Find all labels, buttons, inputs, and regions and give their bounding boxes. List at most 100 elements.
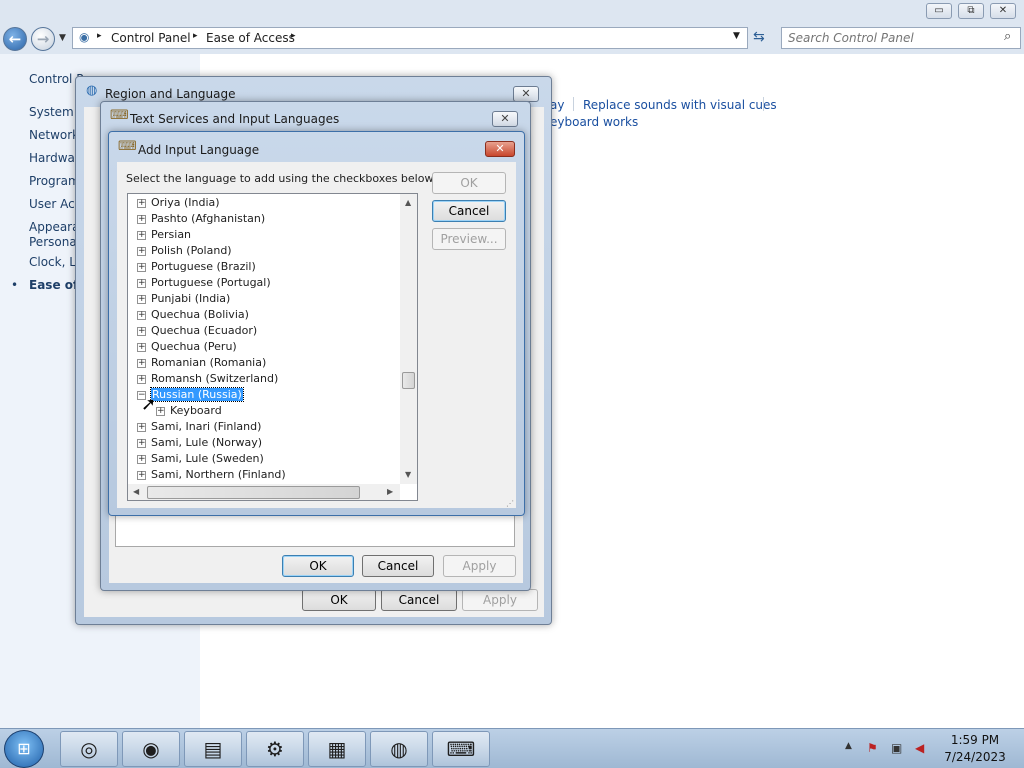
tree-item-label[interactable]: Punjabi (India)	[151, 292, 230, 305]
tree-item-label[interactable]: Quechua (Bolivia)	[151, 308, 249, 321]
expand-plus-icon[interactable]: +	[137, 310, 146, 320]
apply-button[interactable]: Apply	[462, 589, 538, 611]
close-window-button[interactable]: ✕	[990, 3, 1016, 19]
tree-item[interactable]: + Sami, Inari (Finland)	[137, 419, 261, 435]
close-button[interactable]: ✕	[485, 141, 515, 157]
expand-plus-icon[interactable]: +	[137, 262, 146, 272]
breadcrumb-separator-icon[interactable]: ▸	[291, 31, 296, 41]
scroll-up-arrow-icon[interactable]: ▲	[405, 198, 411, 207]
sidebar-item-programs[interactable]: Program	[29, 174, 80, 188]
cancel-button[interactable]: Cancel	[432, 200, 506, 222]
tree-item-label[interactable]: Keyboard	[170, 404, 222, 417]
ok-button[interactable]: OK	[282, 555, 354, 577]
search-input[interactable]	[788, 29, 998, 47]
tree-item[interactable]: + Quechua (Peru)	[137, 339, 237, 355]
tree-item-label[interactable]: Portuguese (Portugal)	[151, 276, 271, 289]
region-globe-icon[interactable]: ◍	[370, 731, 428, 767]
tree-item[interactable]: + Persian	[137, 227, 191, 243]
refresh-icon[interactable]: ⇆	[753, 29, 765, 45]
expand-plus-icon[interactable]: +	[137, 438, 146, 448]
firefox-icon[interactable]: ◉	[122, 731, 180, 767]
horizontal-scrollbar[interactable]: ◀ ▶	[128, 484, 400, 500]
taskbar-clock[interactable]: 1:59 PM 7/24/2023	[940, 733, 1010, 764]
tree-item[interactable]: + Sami, Lule (Sweden)	[137, 451, 264, 467]
sidebar-item-personalization[interactable]: Personal	[29, 235, 80, 249]
tree-item-label[interactable]: Quechua (Ecuador)	[151, 324, 257, 337]
expand-plus-icon[interactable]: +	[137, 214, 146, 224]
tree-item-label[interactable]: Quechua (Peru)	[151, 340, 237, 353]
volume-muted-icon[interactable]: ◀	[915, 741, 924, 755]
replace-sounds-link[interactable]: Replace sounds with visual cues	[583, 98, 777, 112]
search-icon[interactable]: ⌕	[1004, 29, 1011, 44]
close-button[interactable]: ✕	[492, 111, 518, 127]
tree-item-label[interactable]: Polish (Poland)	[151, 244, 232, 257]
minimize-button[interactable]: ▭	[926, 3, 952, 19]
tree-item-label[interactable]: Sami, Lule (Norway)	[151, 436, 262, 449]
tree-item-label[interactable]: Sami, Northern (Finland)	[151, 468, 286, 481]
expand-plus-icon[interactable]: +	[137, 358, 146, 368]
back-button[interactable]: ←	[3, 27, 27, 51]
breadcrumb-ease-of-access[interactable]: Ease of Access	[206, 31, 295, 45]
tree-item-label[interactable]: Portuguese (Brazil)	[151, 260, 256, 273]
tree-item[interactable]: + Polish (Poland)	[137, 243, 232, 259]
breadcrumb-separator-icon[interactable]: ▸	[97, 31, 102, 41]
expand-plus-icon[interactable]: +	[137, 326, 146, 336]
expand-plus-icon[interactable]: +	[137, 342, 146, 352]
sidebar-item-network[interactable]: Network	[29, 128, 79, 142]
expand-plus-icon[interactable]: +	[137, 294, 146, 304]
scroll-right-arrow-icon[interactable]: ▶	[387, 487, 393, 496]
maximize-button[interactable]: ⧉	[958, 3, 984, 19]
start-button[interactable]: ⊞	[4, 730, 44, 768]
keyboard-language-icon[interactable]: ⌨	[432, 731, 490, 767]
tree-item-label[interactable]: Sami, Inari (Finland)	[151, 420, 261, 433]
cancel-button[interactable]: Cancel	[381, 589, 457, 611]
tree-item[interactable]: + Romanian (Romania)	[137, 355, 266, 371]
tree-item[interactable]: + Sami, Northern (Finland)	[137, 467, 286, 483]
tree-item[interactable]: + Quechua (Bolivia)	[137, 307, 249, 323]
scroll-down-arrow-icon[interactable]: ▼	[405, 470, 411, 479]
cancel-button[interactable]: Cancel	[362, 555, 434, 577]
breadcrumb-control-panel[interactable]: Control Panel	[111, 31, 191, 45]
show-hidden-icons-icon[interactable]: ▲	[845, 741, 852, 751]
search-box[interactable]: ⌕	[781, 27, 1021, 49]
address-field[interactable]: ◉ ▸ Control Panel ▸ Ease of Access ▸ ▼	[72, 27, 748, 49]
preview-button[interactable]: Preview...	[432, 228, 506, 250]
control-panel-icon[interactable]: ▦	[308, 731, 366, 767]
apply-button[interactable]: Apply	[443, 555, 516, 577]
tree-item-label[interactable]: Pashto (Afghanistan)	[151, 212, 265, 225]
expand-plus-icon[interactable]: +	[156, 406, 165, 416]
tree-item-label[interactable]: Persian	[151, 228, 191, 241]
tree-item[interactable]: + Pashto (Afghanistan)	[137, 211, 265, 227]
tree-item[interactable]: + Quechua (Ecuador)	[137, 323, 257, 339]
network-icon[interactable]: ▣	[891, 741, 902, 755]
expand-plus-icon[interactable]: +	[137, 230, 146, 240]
expand-plus-icon[interactable]: +	[137, 454, 146, 464]
sidebar-item-hardware[interactable]: Hardwar	[29, 151, 80, 165]
tree-subitem[interactable]: + Keyboard	[156, 403, 222, 419]
tree-item-label[interactable]: Romansh (Switzerland)	[151, 372, 278, 385]
sidebar-item-user-accounts[interactable]: User Acc	[29, 197, 81, 211]
steam-icon[interactable]: ⚙	[246, 731, 304, 767]
tree-item[interactable]: + Romansh (Switzerland)	[137, 371, 278, 387]
tree-item[interactable]: + Sami, Lule (Norway)	[137, 435, 262, 451]
expand-plus-icon[interactable]: +	[137, 374, 146, 384]
tree-item[interactable]: + Portuguese (Brazil)	[137, 259, 256, 275]
tree-item[interactable]: + Oriya (India)	[137, 195, 220, 211]
ok-button[interactable]: OK	[432, 172, 506, 194]
address-dropdown-icon[interactable]: ▼	[733, 31, 740, 41]
tree-item-label[interactable]: Sami, Lule (Sweden)	[151, 452, 264, 465]
horizontal-scroll-thumb[interactable]	[147, 486, 360, 499]
breadcrumb-separator-icon[interactable]: ▸	[193, 31, 198, 41]
expand-plus-icon[interactable]: +	[137, 422, 146, 432]
forward-button[interactable]: →	[31, 27, 55, 51]
language-tree[interactable]: + Oriya (India) + Pashto (Afghanistan) + Pe…	[127, 193, 418, 501]
tree-item[interactable]: + Punjabi (India)	[137, 291, 230, 307]
tree-item-label[interactable]: Oriya (India)	[151, 196, 220, 209]
action-center-flag-icon[interactable]: ⚑	[867, 741, 878, 755]
chrome-icon[interactable]: ◎	[60, 731, 118, 767]
close-button[interactable]: ✕	[513, 86, 539, 102]
vertical-scrollbar[interactable]: ▲ ▼	[400, 194, 417, 484]
expand-plus-icon[interactable]: +	[137, 198, 146, 208]
scroll-left-arrow-icon[interactable]: ◀	[133, 487, 139, 496]
tree-item-label[interactable]: Romanian (Romania)	[151, 356, 266, 369]
